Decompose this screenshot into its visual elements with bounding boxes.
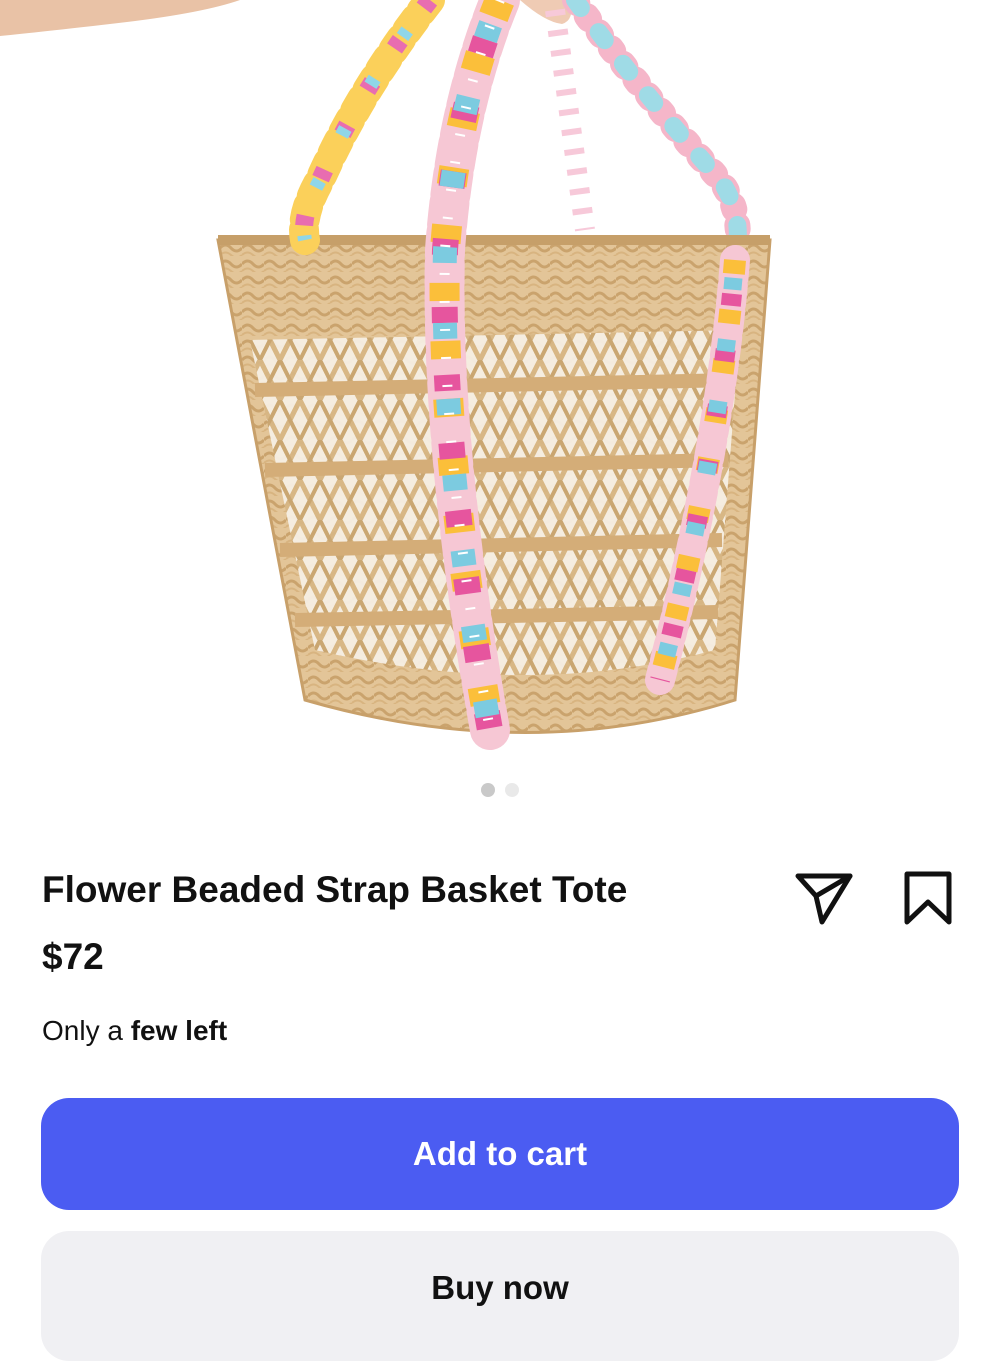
image-pager[interactable]	[0, 783, 1000, 801]
stock-emphasis: few left	[130, 1015, 228, 1046]
front-strap-left	[289, 0, 445, 255]
pager-dot-2[interactable]	[505, 783, 519, 797]
product-image-carousel[interactable]	[0, 0, 1000, 830]
product-title: Flower Beaded Strap Basket Tote	[42, 869, 628, 910]
product-image	[0, 0, 772, 750]
stock-prefix: Only a	[42, 1015, 123, 1046]
add-to-cart-button[interactable]: Add to cart	[41, 1098, 959, 1210]
pager-dot-1[interactable]	[481, 783, 495, 797]
stock-status: Only a few left	[42, 1012, 227, 1050]
send-icon	[795, 873, 853, 925]
buy-now-button[interactable]: Buy now	[41, 1231, 959, 1361]
product-price: $72	[42, 936, 104, 977]
save-button[interactable]	[896, 866, 960, 930]
share-button[interactable]	[792, 866, 856, 930]
back-strap	[545, 0, 751, 273]
bookmark-icon	[904, 871, 952, 925]
